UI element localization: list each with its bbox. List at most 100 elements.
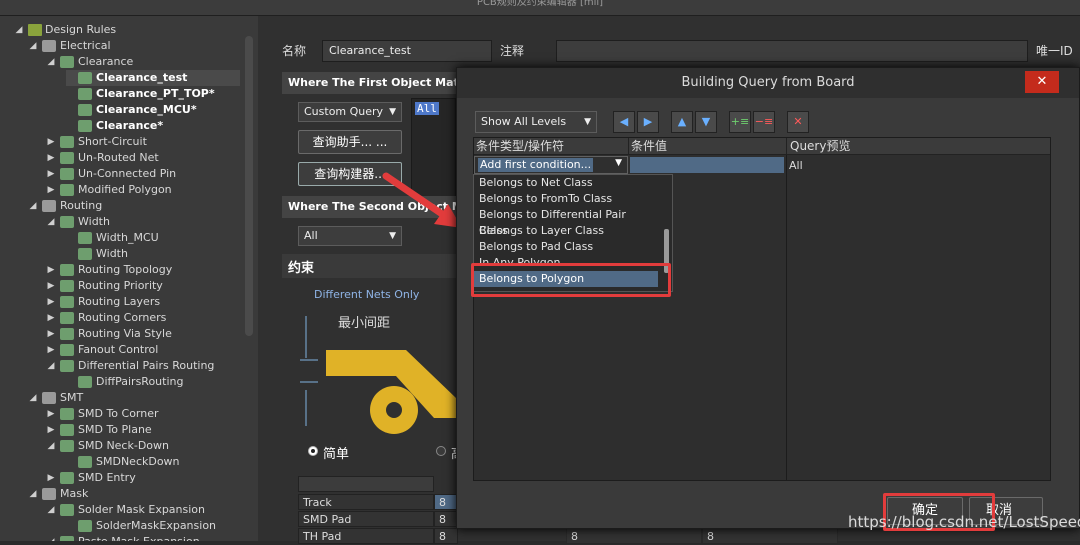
tree-item[interactable]: SolderMaskExpansion	[66, 518, 240, 534]
collapse-icon[interactable]: ◢	[46, 502, 56, 518]
tree-scrollbar[interactable]	[245, 36, 253, 336]
query-helper-button[interactable]: 查询助手... ...	[298, 130, 402, 154]
add-condition-icon[interactable]: +≡	[729, 111, 751, 133]
collapse-icon[interactable]: ◢	[28, 38, 38, 54]
table-cell[interactable]: 8	[702, 528, 838, 544]
collapse-icon[interactable]: ◢	[46, 358, 56, 374]
tree-item[interactable]: ▶ Routing Priority	[48, 278, 240, 294]
unique-id-label: 唯一ID	[1036, 44, 1073, 58]
collapse-icon[interactable]: ◢	[14, 22, 24, 38]
first-condition-dropdown[interactable]: Add first condition... ▼	[474, 156, 628, 174]
collapse-icon[interactable]: ◢	[28, 486, 38, 502]
table-cell[interactable]: 8	[434, 494, 458, 510]
expand-icon[interactable]: ▶	[46, 262, 56, 278]
different-nets-only: Different Nets Only	[314, 288, 420, 301]
tree-item[interactable]: DiffPairsRouting	[66, 374, 240, 390]
tree-label: Routing Topology	[78, 263, 173, 276]
tree-item[interactable]: Width_MCU	[66, 230, 240, 246]
list-item[interactable]: Belongs to FromTo Class	[474, 191, 658, 207]
tree-item[interactable]: ▶ Un-Connected Pin	[48, 166, 240, 182]
arrow-up-icon[interactable]: ▲	[671, 111, 693, 133]
radio-advanced[interactable]	[436, 446, 446, 456]
dropdown-value: Show All Levels	[481, 115, 567, 128]
tree-item[interactable]: ◢ Routing	[30, 198, 240, 214]
first-query-type-dropdown[interactable]: Custom Query ▼	[298, 102, 402, 122]
tree-label: Clearance	[78, 55, 134, 68]
levels-dropdown[interactable]: Show All Levels ▼	[475, 111, 597, 133]
radio-dot-icon	[311, 449, 315, 453]
collapse-icon[interactable]: ◢	[46, 534, 56, 541]
name-input[interactable]: Clearance_test	[322, 40, 492, 62]
tree-item[interactable]: ▶ Short-Circuit	[48, 134, 240, 150]
list-item[interactable]: Belongs to Layer Class	[474, 223, 658, 239]
tree-item-design-rules[interactable]: ◢ Design Rules	[0, 22, 240, 38]
remove-condition-icon[interactable]: −≡	[753, 111, 775, 133]
expand-icon[interactable]: ▶	[46, 166, 56, 182]
expand-icon[interactable]: ▶	[46, 422, 56, 438]
tree-label: SMDNeckDown	[96, 455, 180, 468]
radio-simple[interactable]	[308, 446, 318, 456]
tree-item[interactable]: ▶ SMD Entry	[48, 470, 240, 486]
collapse-icon[interactable]: ◢	[28, 390, 38, 406]
expand-icon[interactable]: ▶	[46, 182, 56, 198]
tree-item[interactable]: ▶ Routing Corners	[48, 310, 240, 326]
expand-icon[interactable]: ▶	[46, 326, 56, 342]
table-cell[interactable]: 8	[434, 511, 458, 527]
expand-icon[interactable]: ▶	[46, 342, 56, 358]
expand-icon[interactable]: ▶	[46, 310, 56, 326]
tree-item[interactable]: SMDNeckDown	[66, 454, 240, 470]
expand-icon[interactable]: ▶	[46, 470, 56, 486]
tree-item[interactable]: ▶ Modified Polygon	[48, 182, 240, 198]
tree-item[interactable]: ◢ Mask	[30, 486, 240, 502]
comment-input[interactable]	[556, 40, 1028, 62]
tree-item[interactable]: ◢ Paste Mask Expansion	[48, 534, 240, 541]
tree-item[interactable]: ▶ Routing Topology	[48, 262, 240, 278]
tree-item[interactable]: Clearance_MCU*	[66, 102, 240, 118]
collapse-icon[interactable]: ◢	[46, 214, 56, 230]
chevron-down-icon: ▼	[389, 107, 396, 117]
table-cell[interactable]: 8	[434, 528, 458, 544]
tree-item[interactable]: Clearance_PT_TOP*	[66, 86, 240, 102]
delete-icon[interactable]: ✕	[787, 111, 809, 133]
rules-folder-icon	[28, 24, 42, 36]
tree-label: Routing Layers	[78, 295, 161, 308]
table-cell[interactable]: 8	[566, 528, 702, 544]
tree-item[interactable]: ◢ SMT	[30, 390, 240, 406]
rule-category-icon	[42, 200, 56, 212]
tree-item[interactable]: ▶ Routing Via Style	[48, 326, 240, 342]
close-button[interactable]: ✕	[1025, 71, 1059, 93]
tree-label: Clearance_PT_TOP*	[96, 87, 215, 100]
tree-item[interactable]: ◢ SMD Neck-Down	[48, 438, 240, 454]
tree-item[interactable]: Width	[66, 246, 240, 262]
expand-icon[interactable]: ▶	[46, 278, 56, 294]
tree-item[interactable]: ◢ Differential Pairs Routing	[48, 358, 240, 374]
condition-value-cell[interactable]	[630, 157, 784, 173]
tree-item[interactable]: ▶ Fanout Control	[48, 342, 240, 358]
rule-category-icon	[42, 488, 56, 500]
list-item[interactable]: Belongs to Net Class	[474, 175, 658, 191]
expand-icon[interactable]: ▶	[46, 150, 56, 166]
rule-icon	[60, 184, 74, 196]
tree-item[interactable]: ◢ Clearance	[48, 54, 240, 70]
tree-item[interactable]: ◢ Electrical	[30, 38, 240, 54]
arrow-right-icon[interactable]: ▶	[637, 111, 659, 133]
tree-item[interactable]: ◢ Solder Mask Expansion	[48, 502, 240, 518]
collapse-icon[interactable]: ◢	[28, 198, 38, 214]
arrow-left-icon[interactable]: ◀	[613, 111, 635, 133]
expand-icon[interactable]: ▶	[46, 406, 56, 422]
tree-item[interactable]: ▶ SMD To Corner	[48, 406, 240, 422]
tree-item[interactable]: Clearance_test	[66, 70, 240, 86]
tree-item[interactable]: ▶ SMD To Plane	[48, 422, 240, 438]
list-item[interactable]: Belongs to Differential Pair Class	[474, 207, 658, 237]
rule-icon	[60, 344, 74, 356]
tree-item[interactable]: Clearance*	[66, 118, 240, 134]
expand-icon[interactable]: ▶	[46, 134, 56, 150]
arrow-down-icon[interactable]: ▼	[695, 111, 717, 133]
collapse-icon[interactable]: ◢	[46, 438, 56, 454]
tree-item[interactable]: ▶ Un-Routed Net	[48, 150, 240, 166]
expand-icon[interactable]: ▶	[46, 294, 56, 310]
tree-item[interactable]: ◢ Width	[48, 214, 240, 230]
collapse-icon[interactable]: ◢	[46, 54, 56, 70]
list-item[interactable]: Belongs to Pad Class	[474, 239, 658, 255]
tree-item[interactable]: ▶ Routing Layers	[48, 294, 240, 310]
